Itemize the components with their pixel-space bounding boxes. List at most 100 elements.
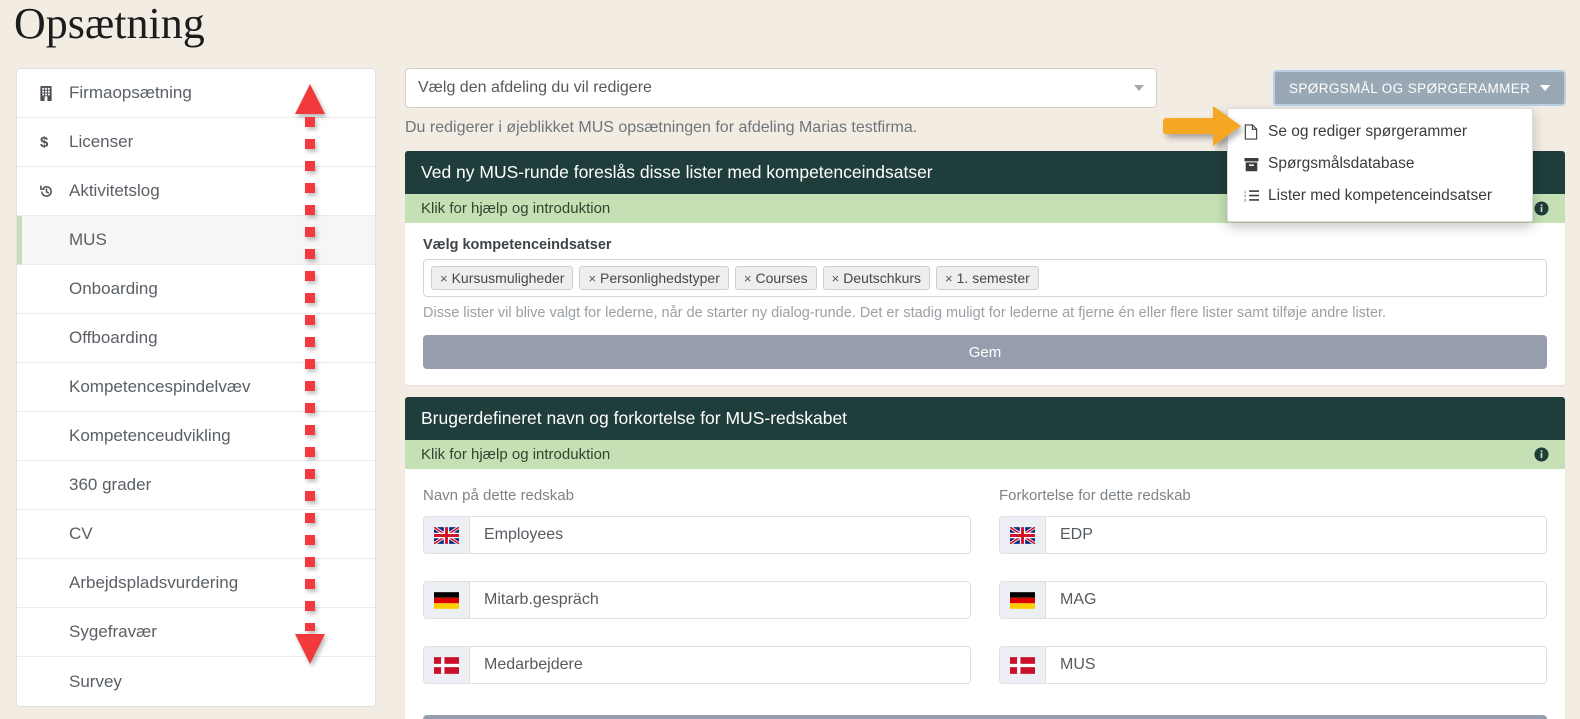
- tool-name-input[interactable]: Mitarb.gespräch: [470, 582, 970, 618]
- sidebar-item-arbejdspladsvurdering[interactable]: Arbejdspladsvurdering: [17, 559, 375, 608]
- dollar-icon: $: [39, 134, 61, 150]
- name-column: Navn på dette redskab Employees Mitarb.ge…: [423, 487, 971, 711]
- menu-item-lister-med-kompetenceindsatser[interactable]: 1 2 3 Lister med kompetenceindsatser: [1228, 180, 1532, 212]
- sidebar-item-licenser[interactable]: $ Licenser: [17, 118, 375, 167]
- tool-name-input[interactable]: Medarbejdere: [470, 647, 970, 683]
- sidebar-item-kompetencespindelv-v[interactable]: Kompetencespindelvæv: [17, 363, 375, 412]
- sidebar-item-label: Kompetenceudvikling: [69, 426, 231, 445]
- panel-help-bar[interactable]: Klik for hjælp og introduktion: [405, 440, 1565, 469]
- tool-name-row[interactable]: Medarbejdere: [423, 646, 971, 684]
- competence-tag-label: Deutschkurs: [843, 270, 922, 286]
- toolbar-row: Vælg den afdeling du vil redigere SPØRGS…: [405, 68, 1567, 222]
- sidebar-item-label: Aktivitetslog: [69, 181, 160, 200]
- panel-body: Vælg kompetenceindsatser × Kursusmulighed…: [405, 223, 1565, 385]
- competence-tag[interactable]: × Kursusmuligheder: [431, 266, 574, 290]
- sidebar-item-360-grader[interactable]: 360 grader: [17, 461, 375, 510]
- department-select-value: Vælg den afdeling du vil redigere: [418, 79, 652, 96]
- competence-tag-label: Courses: [755, 270, 808, 286]
- competence-tag[interactable]: × Personlighedstyper: [579, 266, 729, 290]
- file-icon: [1244, 124, 1268, 140]
- sidebar-item-label: Kompetencespindelvæv: [69, 377, 251, 396]
- remove-tag-icon[interactable]: ×: [744, 271, 752, 286]
- archive-icon: [1244, 157, 1268, 172]
- abbrev-column-label: Forkortelse for dette redskab: [999, 487, 1191, 504]
- name-column-label: Navn på dette redskab: [423, 487, 574, 504]
- main-content: Vælg den afdeling du vil redigere SPØRGS…: [405, 68, 1567, 719]
- remove-tag-icon[interactable]: ×: [945, 271, 953, 286]
- tool-name-row[interactable]: Mitarb.gespräch: [423, 581, 971, 619]
- sidebar-item-firmaops-tning[interactable]: Firmaopsætning: [17, 69, 375, 118]
- tool-abbrev-input[interactable]: EDP: [1046, 517, 1546, 553]
- ordered-list-icon: 123: [1244, 189, 1268, 204]
- sidebar-item-label: Survey: [69, 671, 122, 691]
- sidebar-item-label: MUS: [69, 230, 107, 249]
- competence-tag-label: Kursusmuligheder: [451, 270, 565, 286]
- department-select[interactable]: Vælg den afdeling du vil redigere: [405, 68, 1157, 108]
- tool-name-row[interactable]: Employees: [423, 516, 971, 554]
- chevron-down-icon: [1540, 85, 1551, 91]
- sidebar-item-label: Firmaopsætning: [69, 83, 192, 102]
- menu-item-label: Se og rediger spørgerammer: [1268, 123, 1467, 140]
- abbrev-column: Forkortelse for dette redskab EDP MAG MUS: [999, 487, 1547, 711]
- remove-tag-icon[interactable]: ×: [588, 271, 596, 286]
- competence-field-label: Vælg kompetenceindsatser: [423, 237, 612, 253]
- building-icon: [39, 85, 61, 101]
- tool-abbrev-row[interactable]: EDP: [999, 516, 1547, 554]
- sidebar-item-label: Offboarding: [69, 328, 158, 347]
- competence-help-text: Disse lister vil blive valgt for lederne…: [423, 305, 1387, 321]
- tool-abbrev-input[interactable]: MAG: [1046, 582, 1546, 618]
- remove-tag-icon[interactable]: ×: [440, 271, 448, 286]
- info-circle-icon[interactable]: [1534, 201, 1549, 216]
- competence-tag-label: Personlighedstyper: [600, 270, 720, 286]
- tool-abbrev-input[interactable]: MUS: [1046, 647, 1546, 683]
- sidebar-item-label: Sygefravær: [69, 622, 157, 641]
- panel-body: Navn på dette redskab Employees Mitarb.ge…: [405, 469, 1565, 719]
- competence-tag[interactable]: × 1. semester: [936, 266, 1039, 290]
- info-circle-icon[interactable]: [1534, 447, 1549, 462]
- competence-tag[interactable]: × Deutschkurs: [822, 266, 931, 290]
- sidebar-item-cv[interactable]: CV: [17, 510, 375, 559]
- page-title: Opsætning: [14, 0, 205, 48]
- tool-name-input[interactable]: Employees: [470, 517, 970, 553]
- menu-item-sp-rgsm-lsdatabase[interactable]: Spørgsmålsdatabase: [1228, 148, 1532, 180]
- sidebar-item-offboarding[interactable]: Offboarding: [17, 314, 375, 363]
- sidebar-item-aktivitetslog[interactable]: Aktivitetslog: [17, 167, 375, 216]
- save-button[interactable]: Gem: [423, 335, 1547, 369]
- uk-flag-icon: [1000, 517, 1046, 553]
- denmark-flag-icon: [1000, 647, 1046, 683]
- svg-text:3: 3: [1244, 197, 1247, 202]
- denmark-flag-icon: [424, 647, 470, 683]
- remove-tag-icon[interactable]: ×: [832, 271, 840, 286]
- germany-flag-icon: [424, 582, 470, 618]
- tool-abbrev-row[interactable]: MAG: [999, 581, 1547, 619]
- menu-item-se-og-rediger-sp-rgerammer[interactable]: Se og rediger spørgerammer: [1228, 116, 1532, 148]
- sidebar-item-mus[interactable]: MUS: [17, 216, 375, 265]
- questions-dropdown-menu: Se og rediger spørgerammer Spørgsmålsdata…: [1227, 108, 1533, 222]
- menu-item-label: Lister med kompetenceindsatser: [1268, 187, 1493, 204]
- panel-title: Brugerdefineret navn og forkortelse for …: [405, 397, 1565, 440]
- panel-help-label: Klik for hjælp og introduktion: [421, 200, 611, 217]
- uk-flag-icon: [424, 517, 470, 553]
- sidebar-item-onboarding[interactable]: Onboarding: [17, 265, 375, 314]
- sidebar-item-survey[interactable]: Survey: [17, 657, 375, 706]
- sidebar-item-label: CV: [69, 524, 93, 543]
- questions-dropdown-button[interactable]: SPØRGSMÅL OG SPØRGERAMMER: [1273, 70, 1567, 106]
- menu-item-label: Spørgsmålsdatabase: [1268, 155, 1415, 172]
- svg-text:$: $: [40, 134, 49, 150]
- tool-abbrev-row[interactable]: MUS: [999, 646, 1547, 684]
- sidebar-item-label: Licenser: [69, 132, 134, 151]
- sidebar-item-label: Onboarding: [69, 279, 158, 298]
- sidebar-item-kompetenceudvikling[interactable]: Kompetenceudvikling: [17, 412, 375, 461]
- germany-flag-icon: [1000, 582, 1046, 618]
- competence-tag-input[interactable]: × Kursusmuligheder × Personlighedstyper × Cou…: [423, 259, 1547, 297]
- history-icon: [39, 184, 61, 199]
- questions-dropdown-label: SPØRGSMÅL OG SPØRGERAMMER: [1289, 80, 1531, 96]
- competence-tag[interactable]: × Courses: [734, 266, 817, 290]
- settings-sidebar: Firmaopsætning $ Licenser Aktivitetslog MUS O…: [16, 68, 376, 707]
- panel-help-label: Klik for hjælp og introduktion: [421, 446, 611, 463]
- sidebar-item-sygefrav-r[interactable]: Sygefravær: [17, 608, 375, 657]
- chevron-down-icon: [1134, 85, 1144, 91]
- sidebar-item-label: 360 grader: [69, 475, 152, 494]
- competence-tag-label: 1. semester: [956, 270, 1030, 286]
- panel2-save-button[interactable]: [423, 715, 1547, 719]
